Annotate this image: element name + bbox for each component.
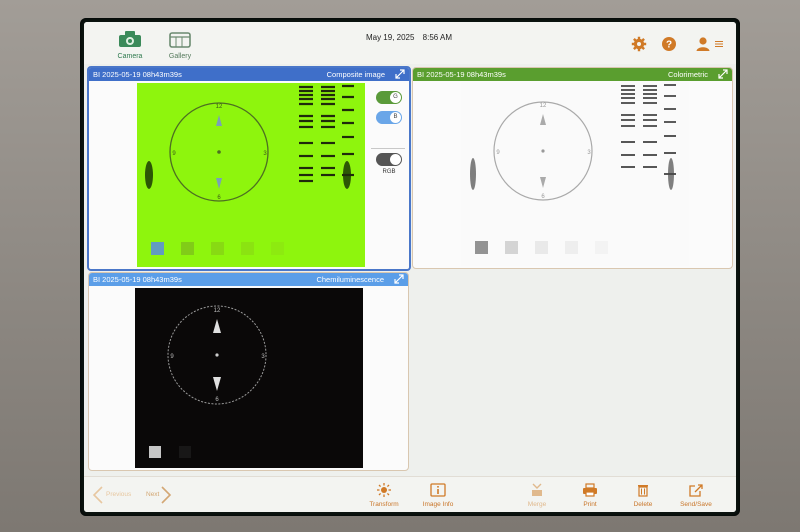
chemi-image: 12 3 6 9 bbox=[135, 288, 363, 468]
panel-chemi[interactable]: BI 2025-05-19 08h43m39s Chemiluminescenc… bbox=[88, 272, 409, 471]
delete-label: Delete bbox=[633, 501, 653, 508]
clock-number-3: 3 bbox=[263, 151, 267, 157]
tab-camera-label: Camera bbox=[117, 53, 143, 60]
panel-colorimetric-header: BI 2025-05-19 08h43m39s Colorimetric bbox=[413, 68, 732, 81]
clock-number-6: 6 bbox=[217, 195, 221, 201]
gallery-icon bbox=[169, 32, 191, 48]
panel-composite-header: BI 2025-05-19 08h43m39s Composite image bbox=[89, 68, 409, 81]
toggle-rgb-label: RGB bbox=[382, 169, 396, 175]
transform-label: Transform bbox=[369, 501, 399, 508]
toggle-divider bbox=[371, 148, 405, 149]
clock-number-12: 12 bbox=[216, 104, 223, 110]
previous-button[interactable]: Previous bbox=[106, 491, 131, 498]
time-text: 8:56 AM bbox=[422, 33, 453, 42]
expand-icon[interactable] bbox=[395, 69, 405, 79]
toggle-b[interactable]: B bbox=[376, 111, 402, 124]
expand-icon[interactable] bbox=[718, 69, 728, 79]
previous-arrow-icon[interactable] bbox=[92, 485, 104, 505]
bottom-toolbar: Previous Next Transform Image Info Merge… bbox=[84, 476, 736, 512]
print-icon bbox=[583, 483, 597, 497]
toggle-g[interactable]: G bbox=[376, 91, 402, 104]
tab-camera[interactable]: Camera bbox=[110, 26, 150, 62]
panel-colorimetric-title: BI 2025-05-19 08h43m39s bbox=[417, 70, 506, 79]
clock-number-9: 9 bbox=[172, 151, 176, 157]
merge-icon bbox=[532, 483, 542, 496]
help-question-icon[interactable]: ? bbox=[661, 36, 677, 52]
next-button[interactable]: Next bbox=[146, 491, 159, 498]
colorimetric-image: 12 3 6 9 bbox=[461, 82, 689, 266]
date-time: May 19, 2025 8:56 AM bbox=[324, 33, 494, 42]
panel-colorimetric[interactable]: BI 2025-05-19 08h43m39s Colorimetric 12 … bbox=[412, 67, 733, 269]
clock-number-3: 3 bbox=[587, 150, 591, 156]
panel-chemi-mode: Chemiluminescence bbox=[316, 275, 384, 284]
send-save-button[interactable]: Send/Save bbox=[672, 483, 720, 508]
print-button[interactable]: Print bbox=[566, 483, 614, 508]
clock-number-6: 6 bbox=[541, 194, 545, 200]
clock-number-9: 9 bbox=[496, 150, 500, 156]
expand-icon[interactable] bbox=[394, 274, 404, 284]
composite-image: 12 3 6 9 bbox=[137, 83, 365, 267]
send-save-icon bbox=[689, 484, 703, 497]
menu-icon[interactable] bbox=[715, 40, 723, 48]
tab-gallery[interactable]: Gallery bbox=[160, 26, 200, 62]
date-text: May 19, 2025 bbox=[365, 33, 415, 42]
transform-icon bbox=[377, 483, 391, 497]
svg-text:?: ? bbox=[666, 40, 672, 51]
clock-number-9: 9 bbox=[170, 354, 174, 360]
tab-gallery-label: Gallery bbox=[168, 53, 192, 60]
panel-chemi-title: BI 2025-05-19 08h43m39s bbox=[93, 275, 182, 284]
transform-button[interactable]: Transform bbox=[360, 483, 408, 508]
image-info-icon bbox=[430, 483, 446, 497]
panel-colorimetric-mode: Colorimetric bbox=[667, 70, 708, 79]
toggle-rgb[interactable] bbox=[376, 153, 402, 166]
next-arrow-icon[interactable] bbox=[160, 485, 172, 505]
panel-chemi-header: BI 2025-05-19 08h43m39s Chemiluminescenc… bbox=[89, 273, 408, 286]
user-icon[interactable] bbox=[695, 36, 711, 52]
panel-composite[interactable]: BI 2025-05-19 08h43m39s Composite image … bbox=[87, 66, 411, 271]
colorimetric-image-art: 12 3 6 9 bbox=[470, 84, 676, 254]
delete-button[interactable]: Delete bbox=[619, 483, 667, 508]
top-bar: Camera Gallery May 19, 2025 8:56 AM ? bbox=[84, 22, 736, 64]
display: Camera Gallery May 19, 2025 8:56 AM ? BI… bbox=[84, 22, 736, 512]
toggle-g-label: G bbox=[390, 92, 401, 103]
toggle-b-label: B bbox=[390, 112, 401, 123]
clock-number-12: 12 bbox=[540, 103, 547, 109]
send-save-label: Send/Save bbox=[680, 501, 712, 508]
print-label: Print bbox=[583, 501, 597, 508]
composite-image-art: 12 3 6 9 bbox=[145, 84, 354, 255]
clock-number-3: 3 bbox=[261, 354, 265, 360]
delete-icon bbox=[638, 485, 648, 497]
panel-composite-title: BI 2025-05-19 08h43m39s bbox=[93, 70, 182, 79]
merge-button[interactable]: Merge bbox=[513, 483, 561, 508]
camera-icon bbox=[119, 31, 141, 47]
clock-number-12: 12 bbox=[214, 308, 221, 314]
image-info-button[interactable]: Image Info bbox=[414, 483, 462, 508]
chemi-image-art: 12 3 6 9 bbox=[149, 305, 267, 458]
merge-label: Merge bbox=[527, 501, 547, 508]
image-info-label: Image Info bbox=[422, 501, 454, 508]
clock-number-6: 6 bbox=[215, 397, 219, 403]
panel-composite-mode: Composite image bbox=[326, 70, 385, 79]
settings-gear-icon[interactable] bbox=[631, 36, 647, 52]
